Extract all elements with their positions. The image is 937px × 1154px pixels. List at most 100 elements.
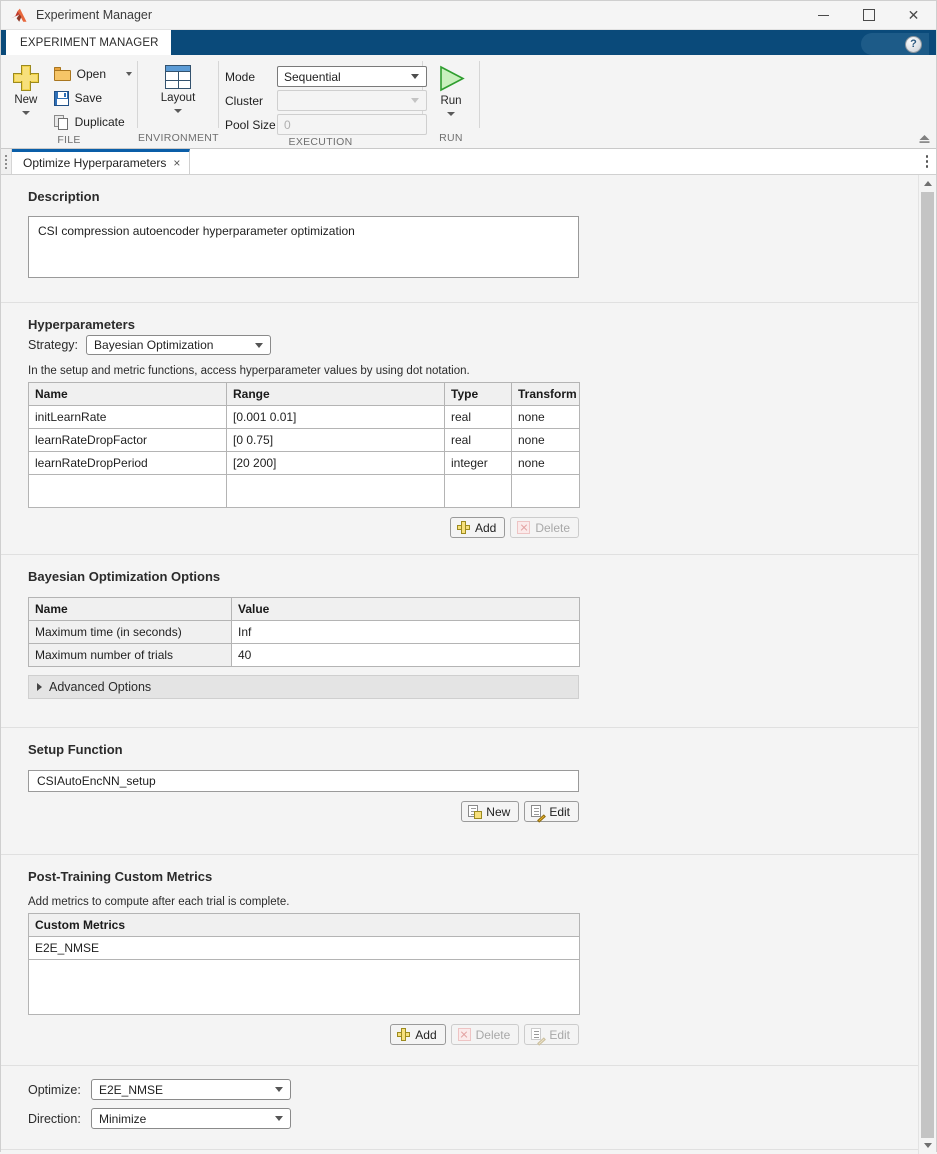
run-button[interactable]: Run — [427, 61, 475, 116]
cell-option-value[interactable]: Inf — [232, 621, 580, 644]
ribbon-group-label-file: FILE — [1, 133, 137, 148]
chevron-down-icon[interactable] — [126, 72, 132, 76]
layout-button[interactable]: Layout — [154, 61, 202, 113]
custom-metrics-title: Post-Training Custom Metrics — [28, 869, 919, 884]
tab-experiment-manager[interactable]: EXPERIMENT MANAGER — [6, 30, 171, 55]
cell-empty[interactable] — [29, 960, 580, 1015]
cell-transform[interactable]: none — [512, 429, 580, 452]
cell-empty[interactable] — [445, 475, 512, 508]
table-row[interactable]: E2E_NMSE — [29, 937, 580, 960]
column-header-transform: Transform — [512, 383, 580, 406]
duplicate-button[interactable]: Duplicate — [49, 111, 137, 133]
cell-metric-name[interactable]: E2E_NMSE — [29, 937, 580, 960]
add-hyperparameter-button[interactable]: Add — [450, 517, 505, 538]
table-row[interactable]: learnRateDropPeriod [20 200] integer non… — [29, 452, 580, 475]
cell-empty[interactable] — [227, 475, 445, 508]
cell-option-value[interactable]: 40 — [232, 644, 580, 667]
new-button[interactable]: New — [7, 61, 45, 115]
close-button[interactable]: ✕ — [891, 1, 936, 29]
cell-type[interactable]: real — [445, 429, 512, 452]
scrollbar-thumb[interactable] — [921, 192, 934, 1138]
cluster-select[interactable] — [277, 90, 427, 111]
add-custom-metric-button[interactable]: Add — [390, 1024, 445, 1045]
scroll-down-button[interactable] — [919, 1137, 936, 1154]
maximize-button[interactable] — [846, 1, 891, 29]
scroll-up-button[interactable] — [919, 175, 936, 192]
cell-transform[interactable]: none — [512, 452, 580, 475]
duplicate-button-label: Duplicate — [75, 115, 125, 129]
chevron-down-icon — [275, 1116, 283, 1121]
vertical-scrollbar[interactable] — [918, 175, 936, 1154]
delete-custom-metric-button[interactable]: Delete — [451, 1024, 520, 1045]
cell-empty[interactable] — [512, 475, 580, 508]
bayesian-options-table[interactable]: Name Value Maximum time (in seconds) Inf… — [28, 597, 580, 667]
minimize-button[interactable] — [801, 1, 846, 29]
delete-hyperparameter-button[interactable]: Delete — [510, 517, 579, 538]
edit-custom-metric-button[interactable]: Edit — [524, 1024, 579, 1045]
table-row[interactable]: initLearnRate [0.001 0.01] real none — [29, 406, 580, 429]
run-button-label: Run — [440, 95, 461, 107]
table-row-empty[interactable] — [29, 475, 580, 508]
section-hyperparameters: Hyperparameters Strategy: Bayesian Optim… — [1, 303, 919, 555]
cell-transform[interactable]: none — [512, 406, 580, 429]
maximize-icon — [863, 9, 875, 21]
advanced-options-accordion[interactable]: Advanced Options — [28, 675, 579, 699]
ribbon-group-label-environment: ENVIRONMENT — [138, 131, 218, 148]
cell-range[interactable]: [0.001 0.01] — [227, 406, 445, 429]
chevron-down-icon — [22, 111, 30, 115]
hyperparameters-table[interactable]: Name Range Type Transform initLearnRate … — [28, 382, 580, 508]
document-tab-optimize-hyperparameters[interactable]: Optimize Hyperparameters × — [12, 149, 190, 174]
cell-type[interactable]: real — [445, 406, 512, 429]
cell-range[interactable]: [0 0.75] — [227, 429, 445, 452]
custom-metrics-table[interactable]: Custom Metrics E2E_NMSE — [28, 913, 580, 1015]
section-bayesian-options: Bayesian Optimization Options Name Value… — [1, 555, 919, 728]
cell-name[interactable]: learnRateDropPeriod — [29, 452, 227, 475]
description-textarea[interactable]: CSI compression autoencoder hyperparamet… — [28, 216, 579, 278]
optimize-select[interactable]: E2E_NMSE — [91, 1079, 291, 1100]
edit-document-icon — [531, 805, 544, 818]
close-icon[interactable]: × — [173, 157, 180, 169]
table-row[interactable]: Maximum time (in seconds) Inf — [29, 621, 580, 644]
cell-name[interactable]: initLearnRate — [29, 406, 227, 429]
experiment-manager-window: Experiment Manager ✕ EXPERIMENT MANAGER … — [0, 0, 937, 1152]
table-row[interactable]: Maximum number of trials 40 — [29, 644, 580, 667]
column-header-range: Range — [227, 383, 445, 406]
new-setup-function-button[interactable]: New — [461, 801, 519, 822]
open-button[interactable]: Open — [49, 63, 137, 85]
cell-option-name: Maximum time (in seconds) — [29, 621, 232, 644]
cell-empty[interactable] — [29, 475, 227, 508]
chevron-down-icon — [275, 1087, 283, 1092]
ribbon-group-file: New Open Save Duplicate — [1, 55, 137, 148]
cell-name[interactable]: learnRateDropFactor — [29, 429, 227, 452]
tab-drag-handle[interactable] — [1, 149, 12, 174]
setup-function-input[interactable]: CSIAutoEncNN_setup — [28, 770, 579, 792]
table-header-row: Custom Metrics — [29, 914, 580, 937]
table-header-row: Name Value — [29, 598, 580, 621]
mode-select[interactable]: Sequential — [277, 66, 427, 87]
title-bar: Experiment Manager ✕ — [1, 1, 936, 30]
chevron-down-icon — [174, 109, 182, 113]
open-button-label: Open — [77, 67, 106, 81]
strategy-row: Strategy: Bayesian Optimization — [28, 335, 919, 355]
custom-metrics-button-row: Add Delete Edit — [28, 1024, 579, 1045]
help-button[interactable]: ? — [861, 33, 929, 55]
document-tab-label: Optimize Hyperparameters — [23, 156, 166, 170]
bayesian-options-title: Bayesian Optimization Options — [28, 569, 919, 584]
new-document-icon — [468, 805, 481, 818]
delete-x-icon — [517, 521, 530, 534]
save-button[interactable]: Save — [49, 87, 137, 109]
direction-select[interactable]: Minimize — [91, 1108, 291, 1129]
cell-type[interactable]: integer — [445, 452, 512, 475]
table-row-empty[interactable] — [29, 960, 580, 1015]
tab-overflow-menu-button[interactable] — [926, 149, 929, 174]
strategy-select[interactable]: Bayesian Optimization — [86, 335, 271, 355]
chevron-down-icon — [924, 1143, 932, 1148]
chevron-down-icon — [447, 112, 455, 116]
close-icon: ✕ — [908, 8, 920, 22]
edit-setup-function-button[interactable]: Edit — [524, 801, 579, 822]
collapse-ribbon-button[interactable] — [917, 132, 931, 146]
pool-size-input[interactable]: 0 — [277, 114, 427, 135]
cell-range[interactable]: [20 200] — [227, 452, 445, 475]
ribbon-group-environment: Layout ENVIRONMENT — [138, 55, 218, 148]
table-row[interactable]: learnRateDropFactor [0 0.75] real none — [29, 429, 580, 452]
